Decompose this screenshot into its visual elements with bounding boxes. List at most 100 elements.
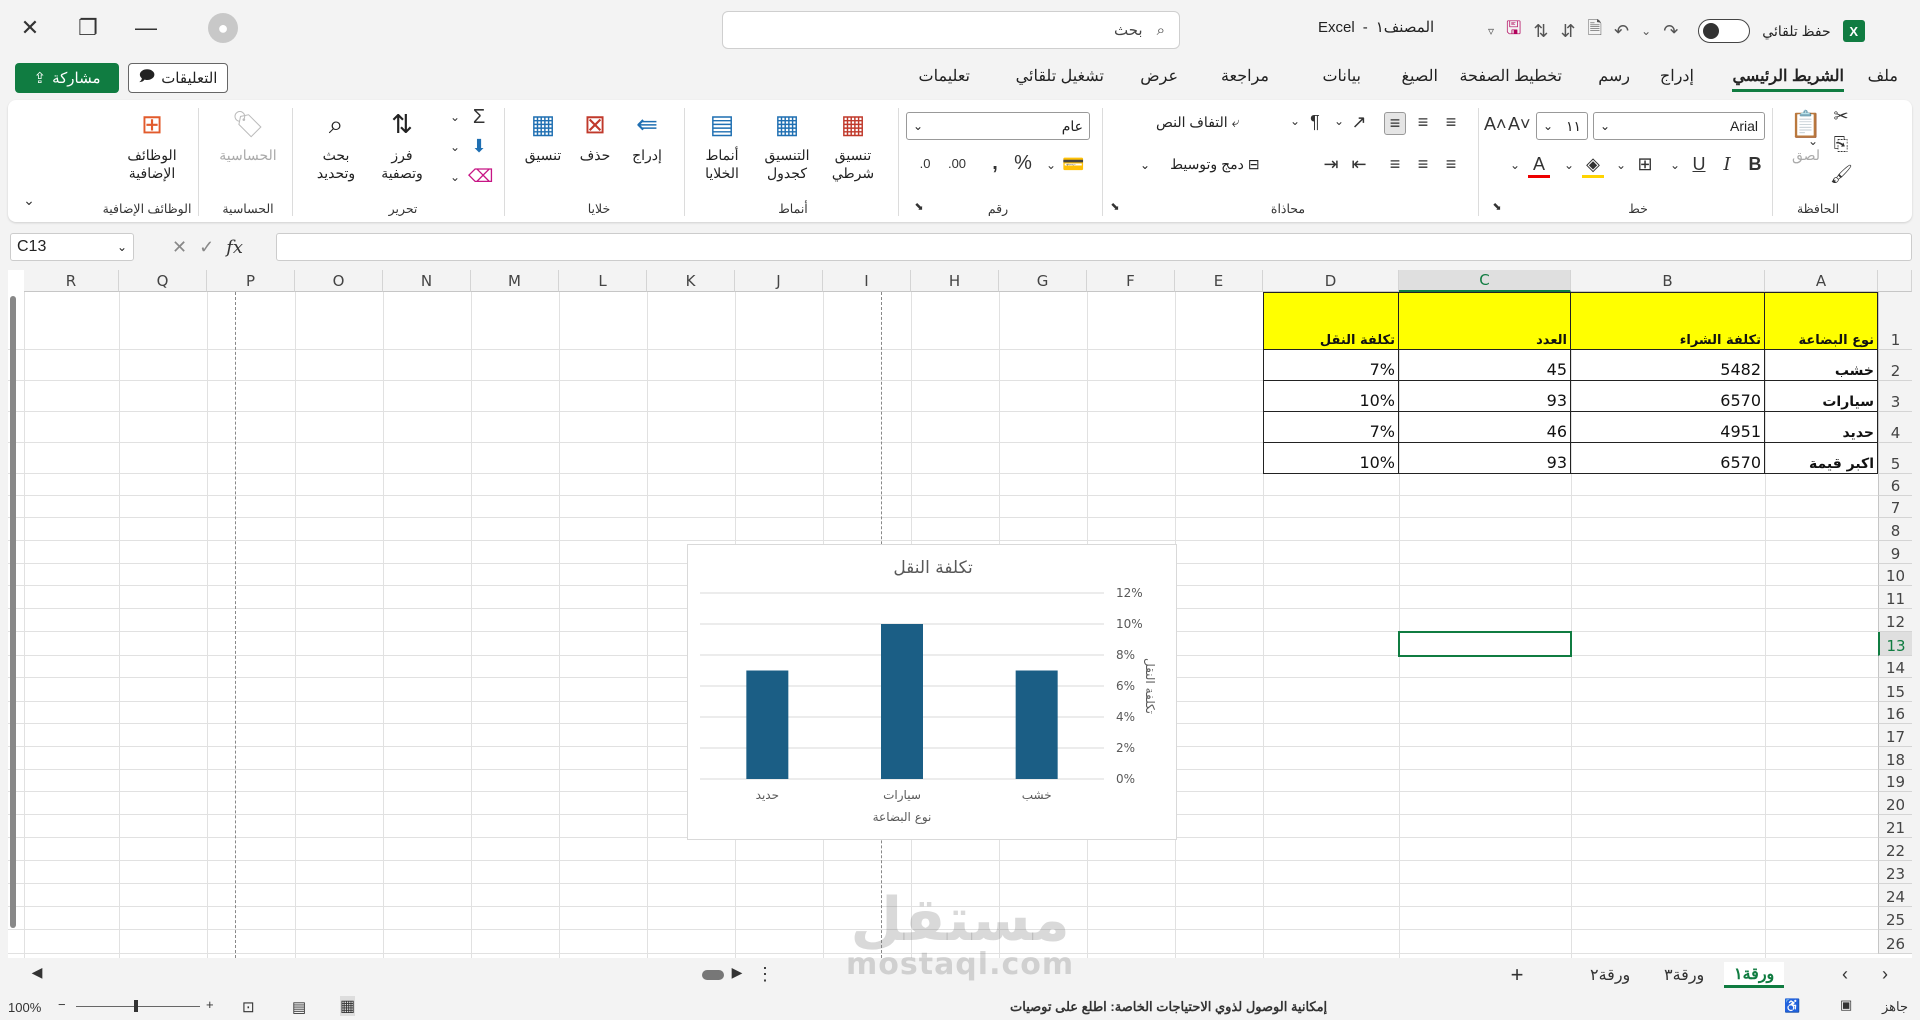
column-header-q[interactable]: Q [119, 270, 207, 292]
column-header-l[interactable]: L [559, 270, 647, 292]
customize-qat-icon[interactable]: ▿ [1488, 24, 1494, 38]
comments-button[interactable]: 🗩 التعليقات [128, 63, 228, 93]
indent-increase-icon[interactable]: ⇥ [1320, 154, 1342, 175]
wrap-text-button[interactable]: التفاف النص ⤶ [1156, 114, 1240, 131]
table-cell[interactable]: 10% [1263, 381, 1399, 412]
restore-icon[interactable]: ❐ [72, 12, 104, 44]
text-direction-icon[interactable]: ¶ [1304, 112, 1326, 133]
table-cell[interactable]: 4951 [1571, 412, 1765, 443]
search-box[interactable]: بحث ⌕ [722, 11, 1180, 49]
tab-draw[interactable]: رسم [1598, 66, 1630, 86]
clear-dropdown-icon[interactable]: ⌄ [444, 170, 466, 184]
increase-decimal-icon[interactable]: .0 [914, 156, 936, 171]
row-header-7[interactable]: 7 [1878, 496, 1912, 518]
column-header-b[interactable]: B [1571, 270, 1765, 292]
table-cell[interactable]: 7% [1263, 412, 1399, 443]
zoom-in-icon[interactable]: + [206, 997, 214, 1012]
next-sheet-icon[interactable]: › [1874, 964, 1896, 985]
column-header-o[interactable]: O [295, 270, 383, 292]
font-name-select[interactable]: ⌄ Arial [1593, 112, 1765, 140]
cancel-icon[interactable]: ✕ [172, 237, 187, 258]
column-header-e[interactable]: E [1175, 270, 1263, 292]
sheet-tab-3[interactable]: ورقة٣ [1654, 962, 1714, 988]
column-header-f[interactable]: F [1087, 270, 1175, 292]
font-size-select[interactable]: ⌄ ١١ [1536, 112, 1588, 140]
chart-bar-3[interactable] [746, 670, 789, 780]
row-header-26[interactable]: 26 [1878, 930, 1912, 954]
column-header-j[interactable]: J [735, 270, 823, 292]
formula-input[interactable] [276, 233, 1912, 261]
tab-review[interactable]: مراجعة [1221, 66, 1269, 86]
zoom-level[interactable]: 100% [8, 1000, 41, 1015]
minimize-icon[interactable]: — [130, 12, 162, 44]
tab-formulas[interactable]: الصيغ [1401, 66, 1438, 86]
row-header-25[interactable]: 25 [1878, 907, 1912, 930]
find-select-button[interactable]: ⌕ بحث وتحديد [304, 106, 368, 182]
tab-insert[interactable]: إدراج [1660, 66, 1694, 86]
column-header-i[interactable]: I [823, 270, 911, 292]
column-header-a[interactable]: A [1765, 270, 1878, 292]
row-header-10[interactable]: 10 [1878, 564, 1912, 586]
row-header-17[interactable]: 17 [1878, 724, 1912, 747]
sheet-tab-1[interactable]: ورقة١ [1724, 962, 1785, 988]
italic-icon[interactable]: I [1716, 154, 1738, 175]
table-cell[interactable]: 6570 [1571, 381, 1765, 412]
row-header-3[interactable]: 3 [1878, 381, 1912, 412]
redo-icon[interactable]: ↷ [1663, 21, 1678, 42]
copy-dropdown-icon[interactable]: ⌄ [1802, 134, 1824, 148]
autosave-toggle[interactable] [1698, 19, 1751, 43]
row-header-9[interactable]: 9 [1878, 541, 1912, 564]
prev-sheet-icon[interactable]: ‹ [1834, 964, 1856, 985]
column-header-m[interactable]: M [471, 270, 559, 292]
fill-color-dropdown-icon[interactable]: ⌄ [1558, 158, 1580, 172]
text-direction-dropdown-icon[interactable]: ⌄ [1284, 114, 1306, 128]
name-box[interactable]: C13 ⌄ [10, 233, 134, 261]
save-icon[interactable]: 🖫 [1506, 16, 1521, 46]
orientation-icon[interactable]: ↗ [1348, 112, 1370, 133]
underline-dropdown-icon[interactable]: ⌄ [1664, 158, 1686, 172]
row-header-21[interactable]: 21 [1878, 815, 1912, 838]
tab-file[interactable]: ملف [1868, 66, 1898, 86]
format-painter-icon[interactable]: 🖌 [1830, 164, 1853, 185]
autosum-icon[interactable]: Σ [468, 106, 490, 129]
row-header-24[interactable]: 24 [1878, 884, 1912, 907]
tab-home[interactable]: الشريط الرئيسي [1732, 66, 1844, 92]
chart-bar-1[interactable] [1015, 670, 1058, 780]
row-header-15[interactable]: 15 [1878, 678, 1912, 702]
table-cell[interactable]: 93 [1399, 381, 1571, 412]
column-header-d[interactable]: D [1263, 270, 1399, 292]
row-header-23[interactable]: 23 [1878, 861, 1912, 884]
format-cells-button[interactable]: ▦ تنسيق [516, 106, 570, 164]
accessibility-status[interactable]: إمكانية الوصول لذوي الاحتياجات الخاصة: ا… [1010, 999, 1327, 1015]
table-cell[interactable]: تكلفة الشراء [1571, 292, 1765, 350]
font-color-dropdown-icon[interactable]: ⌄ [1504, 158, 1526, 172]
table-cell[interactable]: العدد [1399, 292, 1571, 350]
bold-icon[interactable]: B [1744, 154, 1766, 175]
more-options-icon[interactable]: ⋮ [754, 964, 776, 985]
indent-decrease-icon[interactable]: ⇤ [1348, 154, 1370, 175]
table-cell[interactable]: 93 [1399, 443, 1571, 474]
tab-view[interactable]: عرض [1140, 66, 1178, 86]
scroll-right-icon[interactable]: ▶ [726, 964, 748, 981]
table-cell[interactable]: حديد [1765, 412, 1878, 443]
cell-styles-button[interactable]: ▤ أنماط الخلايا [690, 106, 754, 182]
row-header-16[interactable]: 16 [1878, 702, 1912, 724]
accounting-dropdown-icon[interactable]: ⌄ [1040, 158, 1062, 172]
cut-icon[interactable]: ✂ [1830, 106, 1852, 127]
sheet-tab-2[interactable]: ورقة٢ [1580, 962, 1640, 988]
page-layout-view-icon[interactable]: ▤ [292, 998, 306, 1016]
table-cell[interactable]: 46 [1399, 412, 1571, 443]
selected-cell-c13[interactable] [1398, 631, 1572, 657]
row-header-1[interactable]: 1 [1878, 292, 1912, 350]
fill-dropdown-icon[interactable]: ⌄ [444, 140, 466, 154]
align-right-icon[interactable]: ≡ [1440, 154, 1462, 175]
insert-function-icon[interactable]: fx [226, 237, 243, 258]
font-launcher-icon[interactable]: ⬊ [1486, 200, 1508, 213]
zoom-out-icon[interactable]: − [58, 997, 66, 1012]
undo-icon[interactable]: ↶ [1614, 21, 1629, 42]
chart-bar-2[interactable] [881, 624, 923, 779]
decrease-decimal-icon[interactable]: .00 [946, 156, 968, 171]
insert-cells-button[interactable]: ⇚ إدراج [622, 106, 672, 164]
fill-color-icon[interactable]: ◈ [1582, 154, 1604, 178]
sort-descending-icon[interactable]: ⇵ [1560, 21, 1575, 42]
